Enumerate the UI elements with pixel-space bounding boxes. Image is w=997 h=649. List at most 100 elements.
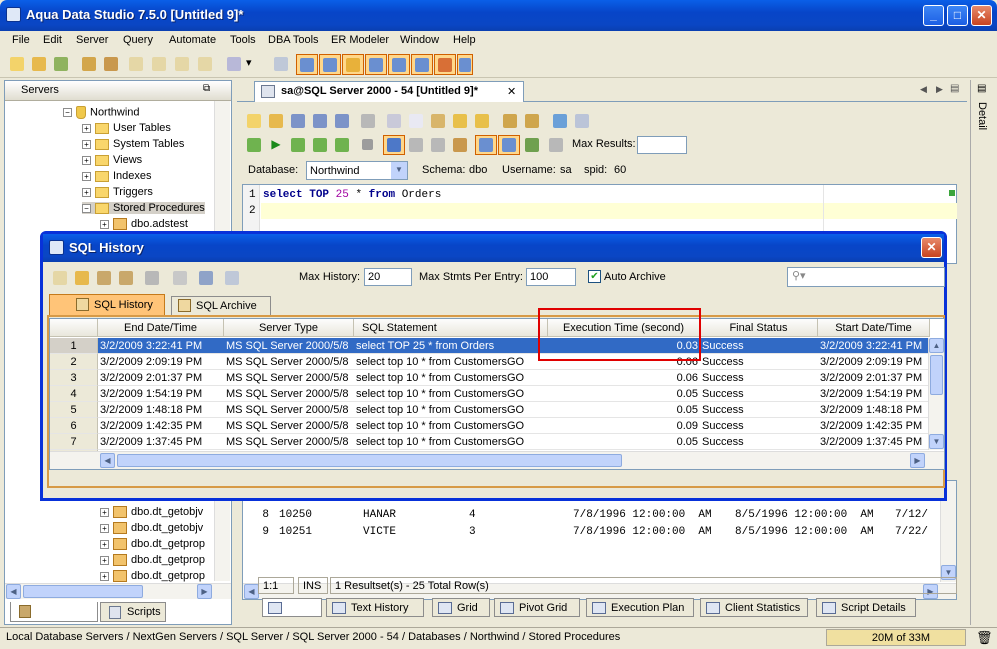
expand-icon[interactable]: +: [100, 571, 109, 581]
find-icon[interactable]: [501, 112, 519, 130]
detail-view-icon[interactable]: [457, 54, 473, 75]
tab-text[interactable]: Text: [262, 598, 322, 617]
max-stmts-input[interactable]: 100: [526, 268, 576, 286]
tree-item-procedure[interactable]: + dbo.dt_getobjv: [100, 506, 203, 519]
side-panel-menu-icon[interactable]: ▤: [977, 83, 986, 94]
grid-cell[interactable]: select top 10 * from CustomersGO: [354, 370, 548, 386]
grid-cell[interactable]: 3/2/2009 2:01:37 PM: [818, 370, 928, 386]
grid-cell[interactable]: MS SQL Server 2000/5/8: [224, 370, 354, 386]
export-icon[interactable]: [197, 269, 215, 287]
scroll-down-icon[interactable]: ▼: [929, 434, 944, 449]
chart-view-icon[interactable]: [411, 54, 433, 75]
column-header[interactable]: SQL Statement: [354, 319, 548, 337]
tab-scripts[interactable]: Scripts: [100, 602, 166, 622]
tree-item-triggers[interactable]: + Triggers: [82, 186, 153, 198]
grid-cell[interactable]: select top 10 * from CustomersGO: [354, 386, 548, 402]
new-query-icon[interactable]: [245, 112, 263, 130]
restore-icon[interactable]: ⧉: [203, 83, 210, 94]
dialog-title-bar[interactable]: SQL History ✕: [43, 234, 944, 262]
grid-cell[interactable]: select TOP 25 * from Orders: [354, 338, 548, 354]
grid-cell[interactable]: Success: [700, 370, 818, 386]
tab-servers[interactable]: Servers: [10, 602, 98, 622]
tab-sql-archive[interactable]: SQL Archive: [171, 296, 271, 316]
copy-history-icon[interactable]: [95, 269, 113, 287]
chevron-down-icon[interactable]: ▾: [245, 55, 263, 73]
print-icon[interactable]: [359, 112, 377, 130]
open-folder-icon[interactable]: [73, 269, 91, 287]
grid-cell[interactable]: MS SQL Server 2000/5/8: [224, 386, 354, 402]
trash-icon[interactable]: 🗑: [976, 630, 993, 646]
close-tab-icon[interactable]: ✕: [507, 85, 516, 98]
max-results-input[interactable]: [637, 136, 687, 154]
tree-item-system-tables[interactable]: + System Tables: [82, 138, 184, 150]
open-icon[interactable]: [30, 55, 48, 73]
tab-sql-history[interactable]: SQL History: [49, 294, 165, 316]
scroll-right-icon[interactable]: ▶: [197, 584, 212, 599]
grid-view-icon[interactable]: [296, 54, 318, 75]
execute-selected-icon[interactable]: [311, 136, 329, 154]
database-select[interactable]: Northwind ▼: [306, 161, 408, 180]
tab-grid[interactable]: Grid: [432, 598, 490, 617]
archive-icon[interactable]: [117, 269, 135, 287]
history-search-input[interactable]: ⚲▾: [787, 267, 945, 287]
row-number[interactable]: 7: [50, 434, 98, 450]
grid-cell[interactable]: select top 10 * from CustomersGO: [354, 402, 548, 418]
max-history-input[interactable]: 20: [364, 268, 412, 286]
menu-help[interactable]: Help: [453, 34, 476, 46]
report-view-icon[interactable]: [434, 54, 456, 75]
close-button[interactable]: ✕: [971, 5, 992, 26]
scroll-thumb[interactable]: [930, 355, 943, 395]
grid-cell[interactable]: Success: [700, 418, 818, 434]
auto-archive-checkbox[interactable]: ✔: [588, 270, 601, 283]
expand-icon[interactable]: +: [82, 187, 91, 197]
expand-icon[interactable]: +: [100, 539, 109, 549]
grid-cell[interactable]: 3/2/2009 2:09:19 PM: [98, 354, 224, 370]
format-icon[interactable]: [551, 112, 569, 130]
grid-cell[interactable]: Success: [700, 354, 818, 370]
grid-cell[interactable]: MS SQL Server 2000/5/8: [224, 338, 354, 354]
tab-client-statistics[interactable]: Client Statistics: [700, 598, 808, 617]
undo-icon[interactable]: [451, 112, 469, 130]
paste-icon[interactable]: [429, 112, 447, 130]
view-icon[interactable]: [150, 55, 168, 73]
procedure-icon[interactable]: [196, 55, 214, 73]
execute-current-icon[interactable]: [289, 136, 307, 154]
index-icon[interactable]: [173, 55, 191, 73]
grid-cell[interactable]: Success: [700, 386, 818, 402]
results-layout-icon[interactable]: [523, 136, 541, 154]
menu-edit[interactable]: Edit: [43, 34, 62, 46]
row-number[interactable]: 5: [50, 402, 98, 418]
tree-item-procedure[interactable]: + dbo.dt_getprop: [100, 538, 205, 551]
menu-dba-tools[interactable]: DBA Tools: [268, 34, 319, 46]
grid-cell[interactable]: 3/2/2009 1:48:18 PM: [98, 402, 224, 418]
history-settings-icon[interactable]: [223, 269, 241, 287]
table-view-icon[interactable]: [365, 54, 387, 75]
column-header[interactable]: Start Date/Time: [818, 319, 930, 337]
grid-horizontal-scrollbar[interactable]: ◀ ▶: [50, 451, 944, 469]
row-number[interactable]: 4: [50, 386, 98, 402]
tree-item-procedure[interactable]: + dbo.dt_getprop: [100, 570, 205, 583]
copy-icon[interactable]: [407, 112, 425, 130]
grid-cell[interactable]: MS SQL Server 2000/5/8: [224, 418, 354, 434]
grid-cell[interactable]: 0.05: [548, 402, 700, 418]
comment-icon[interactable]: [573, 112, 591, 130]
open-history-icon[interactable]: [51, 269, 69, 287]
tree-item-indexes[interactable]: + Indexes: [82, 170, 152, 182]
menu-tools[interactable]: Tools: [230, 34, 256, 46]
grid-cell[interactable]: Success: [700, 338, 818, 354]
grid-cell[interactable]: Success: [700, 434, 818, 450]
rollback-icon[interactable]: [429, 136, 447, 154]
scroll-right-icon[interactable]: ▶: [910, 453, 925, 468]
grid-cell[interactable]: 3/2/2009 3:22:41 PM: [818, 338, 928, 354]
column-header[interactable]: Final Status: [700, 319, 818, 337]
grid-cell[interactable]: 0.06: [548, 370, 700, 386]
transaction-icon[interactable]: [451, 136, 469, 154]
open-file-icon[interactable]: [267, 112, 285, 130]
new-icon[interactable]: [8, 55, 26, 73]
tree-item-user-tables[interactable]: + User Tables: [82, 122, 171, 134]
connect-icon[interactable]: [52, 55, 70, 73]
dialog-close-button[interactable]: ✕: [921, 237, 942, 258]
execute-all-icon[interactable]: [245, 136, 263, 154]
tree-item-procedure[interactable]: + dbo.dt_getobjv: [100, 522, 203, 535]
tab-list-icon[interactable]: ▤: [950, 83, 959, 94]
